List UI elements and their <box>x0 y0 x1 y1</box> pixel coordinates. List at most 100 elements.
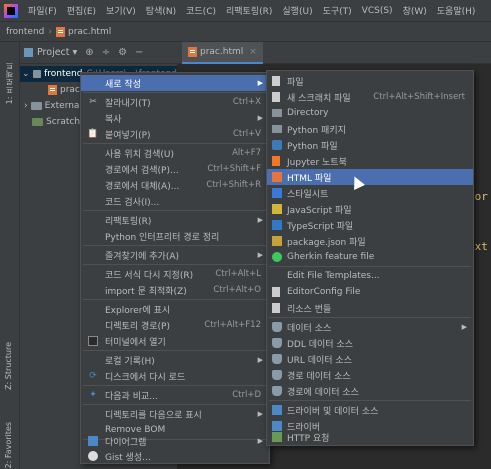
menu-refactor-sub[interactable]: 리팩토링(R) ▶ <box>81 212 269 228</box>
shortcut: Ctrl+D <box>232 390 261 400</box>
menu-inspect-code[interactable]: 코드 검사(I)... <box>81 193 269 209</box>
menu-compare-with[interactable]: ✦ 다음과 비교... Ctrl+D <box>81 387 269 403</box>
collapse-icon[interactable]: ÷ <box>102 47 110 58</box>
menu-optimize-imports-label: import 문 최적화(Z) <box>105 286 187 297</box>
new-file[interactable]: 파일 <box>267 73 473 89</box>
menu-copy-label: 복사 <box>105 114 122 125</box>
new-package-json-label: package.json 파일 <box>287 237 366 248</box>
file-icon <box>272 76 280 86</box>
chevron-down-icon: ⌄ <box>22 69 30 79</box>
menu-help[interactable]: 도움말(H) <box>432 4 481 17</box>
app-logo-icon <box>4 3 18 18</box>
left-tool-strip: 1: 프로젝트 Z: Structure 2: Favorites <box>0 42 20 469</box>
new-typescript-file[interactable]: TypeScript 파일 <box>267 217 473 233</box>
menu-window[interactable]: 창(W) <box>398 4 432 17</box>
new-ddl-data-source[interactable]: DDL 데이터 소스 <box>267 335 473 351</box>
new-stylesheet[interactable]: 스타일시트 <box>267 185 473 201</box>
tab-project-tool[interactable]: 1: 프로젝트 <box>4 62 15 104</box>
new-data-source[interactable]: 데이터 소스 ▶ <box>267 319 473 335</box>
menu-directory-path[interactable]: 디렉토리 경로(P) Ctrl+Alt+F12 <box>81 317 269 333</box>
gear-icon[interactable]: ⚙ <box>118 47 127 58</box>
menu-find-usages[interactable]: 사용 위치 검색(U) Alt+F7 <box>81 145 269 161</box>
shortcut: Ctrl+Alt+O <box>213 285 261 295</box>
locate-icon[interactable]: ⊕ <box>85 47 93 58</box>
tab-structure-tool[interactable]: Z: Structure <box>4 342 13 390</box>
menu-mark-directory[interactable]: 디렉토리를 다음으로 표시 ▶ <box>81 406 269 422</box>
menu-run[interactable]: 실행(U) <box>277 4 317 17</box>
new-path-data-source[interactable]: 경로 데이터 소스 <box>267 367 473 383</box>
github-icon <box>88 451 98 461</box>
new-python-package-label: Python 패키지 <box>287 125 346 136</box>
menu-view[interactable]: 보기(V) <box>101 4 141 17</box>
shortcut: Ctrl+V <box>232 129 261 139</box>
driver-icon <box>272 405 282 415</box>
new-python-package[interactable]: Python 패키지 <box>267 121 473 137</box>
close-icon[interactable]: × <box>249 47 257 57</box>
menu-new[interactable]: 새로 작성 ▶ <box>81 75 269 91</box>
menu-diagrams[interactable]: 다이어그램 ▶ <box>81 433 269 449</box>
minimize-icon[interactable]: − <box>135 47 143 58</box>
menu-tools[interactable]: 도구(T) <box>318 4 357 17</box>
new-scratch-file[interactable]: 새 스크래치 파일 Ctrl+Alt+Shift+Insert <box>267 89 473 105</box>
context-menu: 새로 작성 ▶ ✂ 잘라내기(T) Ctrl+X 복사 ▶ 📋 붙여넣기(P) Ctrl+V… <box>80 72 270 464</box>
edit-file-templates[interactable]: Edit File Templates... <box>267 268 473 284</box>
menu-code[interactable]: 코드(C) <box>181 4 221 17</box>
menu-open-terminal[interactable]: 터미널에서 열기 <box>81 333 269 349</box>
tab-favorites-tool[interactable]: 2: Favorites <box>4 422 13 468</box>
separator <box>269 400 471 401</box>
editor-tab-row: prac.html × <box>177 42 491 64</box>
new-editorconfig-label: EditorConfig File <box>287 287 361 297</box>
menu-show-in-explorer[interactable]: Explorer에 표시 <box>81 301 269 317</box>
new-javascript-file-label: JavaScript 파일 <box>287 205 352 216</box>
new-http-request[interactable]: HTTP 요청 <box>267 429 473 445</box>
driver-and-data-source[interactable]: 드라이버 및 데이터 소스 <box>267 402 473 418</box>
menu-copy[interactable]: 복사 ▶ <box>81 110 269 126</box>
submenu-arrow-icon: ▶ <box>257 437 263 445</box>
menu-create-gist[interactable]: Gist 생성... <box>81 448 269 464</box>
menu-refactor[interactable]: 리팩토링(R) <box>221 4 277 17</box>
new-data-source-label: 데이터 소스 <box>287 323 332 334</box>
new-python-file[interactable]: Python 파일 <box>267 137 473 153</box>
new-html-file[interactable]: HTML 파일 <box>267 169 473 185</box>
library-icon <box>30 102 42 110</box>
javascript-icon <box>272 204 282 214</box>
new-gherkin-file[interactable]: Gherkin feature file <box>267 249 473 265</box>
menu-reload-disk[interactable]: ⟳ 디스크에서 다시 로드 <box>81 368 269 384</box>
menu-local-history[interactable]: 로컬 기록(H) ▶ <box>81 352 269 368</box>
new-javascript-file[interactable]: JavaScript 파일 <box>267 201 473 217</box>
menu-directory-path-label: 디렉토리 경로(P) <box>105 321 170 332</box>
editorconfig-icon <box>272 287 280 297</box>
html-file-icon <box>188 47 197 57</box>
menu-compare-with-label: 다음과 비교... <box>105 391 158 402</box>
new-package-json[interactable]: package.json 파일 <box>267 233 473 249</box>
menu-replace-in-path[interactable]: 경로에서 대체(A)... Ctrl+Shift+R <box>81 177 269 193</box>
menu-reformat-code[interactable]: 코드 서식 다시 지정(R) Ctrl+Alt+L <box>81 266 269 282</box>
breadcrumb-file[interactable]: prac.html <box>68 27 111 37</box>
menu-navigate[interactable]: 탐색(N) <box>141 4 181 17</box>
project-view-dropdown[interactable]: Project ▾ <box>37 47 77 58</box>
separator <box>83 264 267 265</box>
new-resource-bundle[interactable]: 리소스 번들 <box>267 300 473 316</box>
menu-cut-label: 잘라내기(T) <box>105 98 151 109</box>
menu-optimize-imports[interactable]: import 문 최적화(Z) Ctrl+Alt+O <box>81 282 269 298</box>
menu-paste[interactable]: 📋 붙여넣기(P) Ctrl+V <box>81 126 269 142</box>
new-data-source-in-path[interactable]: 경로에 데이터 소스 <box>267 383 473 399</box>
shortcut: Alt+F7 <box>232 148 261 158</box>
paste-icon: 📋 <box>87 129 99 139</box>
shortcut: Ctrl+Shift+F <box>207 164 261 174</box>
new-editorconfig[interactable]: EditorConfig File <box>267 284 473 300</box>
scratches-icon <box>32 118 43 126</box>
breadcrumb-project[interactable]: frontend <box>6 27 44 37</box>
menu-python-cleanup[interactable]: Python 인터프리터 경로 정리 <box>81 228 269 244</box>
menu-find-in-path[interactable]: 경로에서 검색(P)... Ctrl+Shift+F <box>81 161 269 177</box>
new-directory[interactable]: Directory <box>267 105 473 121</box>
menu-vcs[interactable]: VCS(S) <box>357 6 398 16</box>
menu-edit[interactable]: 편집(E) <box>62 4 101 17</box>
editor-tab[interactable]: prac.html × <box>182 42 263 64</box>
menu-cut[interactable]: ✂ 잘라내기(T) Ctrl+X <box>81 94 269 110</box>
menu-file[interactable]: 파일(F) <box>23 4 62 17</box>
new-url-data-source[interactable]: URL 데이터 소스 <box>267 351 473 367</box>
new-jupyter-notebook[interactable]: Jupyter 노트북 <box>267 153 473 169</box>
package-icon <box>272 125 282 133</box>
menu-add-favorites[interactable]: 즐겨찾기에 추가(A) ▶ <box>81 247 269 263</box>
